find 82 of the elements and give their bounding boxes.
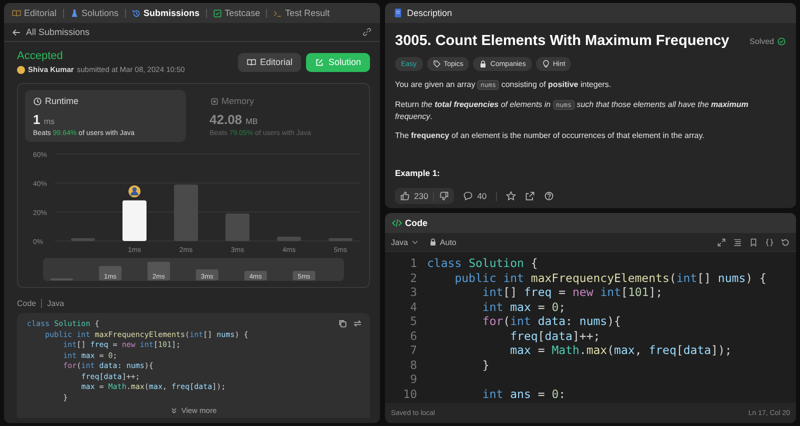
code-line: int[] freq = new int[101]; — [481, 285, 663, 300]
paragraph: The frequency of an element is the number of occurrences of that element in the array. — [395, 130, 706, 141]
metric-value: 1 ms — [33, 112, 56, 127]
line-number: 8 — [409, 358, 418, 372]
checkbox-icon — [212, 8, 222, 18]
swap-icon[interactable] — [353, 319, 362, 328]
code-line: freq[data]++; — [509, 328, 600, 343]
chevrons-down-icon — [170, 406, 178, 414]
share-icon[interactable] — [524, 191, 535, 201]
lock-icon — [479, 60, 488, 68]
tab[interactable]: Editorial — [10, 6, 59, 20]
history-icon — [132, 8, 141, 18]
link-icon[interactable] — [362, 27, 372, 37]
tab[interactable]: Test Result — [271, 6, 332, 20]
expand-icon[interactable] — [717, 238, 726, 246]
list-icon[interactable] — [733, 238, 742, 246]
chip-icon — [210, 96, 218, 106]
tab[interactable]: Solutions — [68, 6, 121, 20]
example-heading: Example 1: — [395, 168, 441, 178]
thumbs-up-icon — [400, 191, 410, 201]
braces-icon[interactable] — [765, 238, 774, 246]
code-line: public int maxFrequencyElements(int[] nums) { — [454, 270, 766, 285]
copy-icon[interactable] — [338, 319, 347, 328]
language-dropdown[interactable]: Java — [391, 238, 419, 246]
tab[interactable]: Testcase — [210, 6, 262, 20]
code-line: for(int data: nums){ — [481, 314, 621, 328]
avatar-icon — [128, 185, 140, 198]
code-line: int ans = 0: — [481, 386, 566, 401]
code-line: max = Math.max(max, freq[data]); — [509, 343, 732, 358]
help-icon[interactable] — [544, 191, 554, 201]
line-number: 4 — [409, 300, 418, 314]
code-line: int max = 0; — [481, 300, 566, 314]
line-number: 6 — [409, 328, 418, 343]
editorial-button[interactable]: Editorial — [238, 52, 302, 72]
chevron-down-icon — [410, 238, 419, 246]
comments-button[interactable]: 40 — [463, 191, 487, 201]
code-line: class Solution { — [427, 256, 538, 270]
back-arrow-icon — [12, 28, 21, 36]
language-label: Java — [47, 299, 64, 308]
tab[interactable]: Submissions — [130, 6, 202, 20]
terminal-icon — [273, 8, 282, 18]
metric-label: Memory — [222, 96, 254, 106]
code-line: } — [481, 358, 490, 372]
book-icon — [246, 58, 256, 66]
auto-mode-button[interactable]: Auto — [428, 238, 456, 246]
metric-label: Runtime — [45, 96, 79, 106]
avatar-icon — [17, 66, 25, 74]
problem-title: 3005. Count Elements With Maximum Frequency — [395, 33, 730, 49]
description-tab[interactable]: Description — [393, 8, 452, 18]
check-circle-icon — [777, 36, 786, 46]
overview-bar — [98, 266, 122, 280]
code-icon — [392, 218, 402, 228]
code-tab[interactable]: Code — [392, 218, 428, 228]
reset-icon[interactable] — [781, 238, 790, 246]
solved-label: Solved — [750, 36, 774, 46]
flask-icon — [70, 8, 79, 18]
back-link[interactable]: All Submissions — [12, 27, 90, 37]
lock-icon — [428, 238, 437, 246]
tag-icon — [432, 60, 441, 68]
overview-bar — [292, 270, 316, 280]
code-label: Code — [17, 299, 36, 308]
document-icon — [393, 8, 403, 18]
line-number: 1 — [409, 256, 418, 270]
line-number: 7 — [409, 343, 418, 358]
overview-bar — [147, 262, 170, 280]
bookmark-icon[interactable] — [749, 238, 758, 246]
bulb-icon — [542, 60, 550, 68]
status-text: Accepted — [17, 50, 64, 62]
overview-bar — [196, 269, 218, 280]
comment-icon — [463, 191, 474, 201]
clock-icon — [33, 96, 42, 106]
overview-bar — [244, 270, 267, 280]
line-number: 5 — [409, 314, 418, 328]
star-icon[interactable] — [506, 191, 516, 201]
line-number: 2 — [409, 270, 418, 285]
thumbs-down-icon — [439, 191, 450, 201]
line-number: 9 — [409, 372, 418, 386]
line-number: 3 — [409, 285, 418, 300]
metric-value: 42.08 MB — [210, 112, 259, 127]
line-number: 10 — [402, 386, 418, 401]
edit-icon — [315, 58, 324, 66]
book-icon — [12, 8, 21, 18]
